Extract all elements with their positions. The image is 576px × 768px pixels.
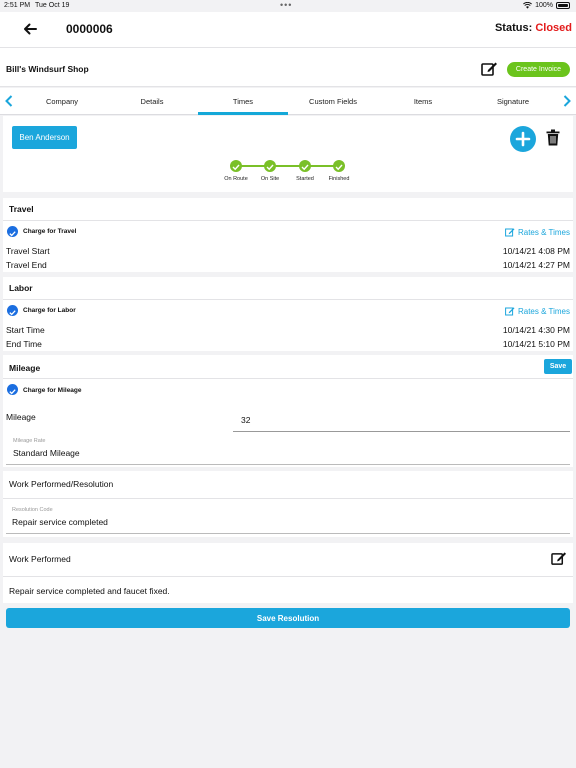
trash-icon (546, 129, 560, 146)
tab-times[interactable]: Times (198, 97, 288, 106)
resolution-title: Work Performed/Resolution (9, 479, 114, 489)
status-bar: 2:51 PM Tue Oct 19 ••• 100% (0, 0, 576, 12)
job-number: 0000006 (66, 22, 113, 36)
plus-icon (515, 131, 531, 147)
tab-company[interactable]: Company (22, 97, 102, 106)
work-performed-text: Repair service completed and faucet fixe… (9, 586, 170, 596)
divider (3, 378, 573, 379)
multitask-dots-icon: ••• (280, 0, 293, 10)
labor-rates-link[interactable]: Rates & Times (505, 306, 570, 316)
step-finished-check-icon (333, 160, 345, 172)
labor-end-label: End Time (6, 339, 42, 349)
status-time: 2:51 PM (4, 2, 31, 9)
battery-icon (556, 2, 570, 9)
chevron-right-icon (563, 95, 571, 107)
customer-bar: Bill's Windsurf Shop Create Invoice (0, 47, 576, 87)
labor-title: Labor (9, 283, 33, 293)
labor-end-value: 10/14/21 5:10 PM (502, 339, 570, 349)
step-label-on-site: On Site (260, 176, 280, 182)
divider (3, 576, 573, 577)
tab-details[interactable]: Details (108, 97, 196, 106)
travel-end-label: Travel End (6, 260, 47, 270)
mileage-input[interactable]: 32 (233, 406, 570, 432)
tab-bar: Company Details Times Custom Fields Item… (0, 88, 576, 115)
travel-start-label: Travel Start (6, 246, 50, 256)
labor-start-label: Start Time (6, 325, 45, 335)
labor-rates-label: Rates & Times (517, 306, 570, 316)
technician-button[interactable]: Ben Anderson (12, 126, 77, 149)
resolution-code-label: Resolution Code (12, 507, 53, 513)
step-on-route-check-icon (230, 160, 242, 172)
mileage-label: Mileage (6, 412, 36, 422)
tab-items[interactable]: Items (378, 97, 468, 106)
resolution-code-select[interactable]: Resolution Code Repair service completed (6, 503, 570, 534)
progress-track (236, 165, 339, 167)
travel-charge-checkbox[interactable] (7, 226, 18, 237)
mileage-charge-checkbox[interactable] (7, 384, 18, 395)
mileage-title: Mileage (9, 363, 41, 373)
tab-scroll-right-button[interactable] (563, 94, 573, 108)
mileage-charge-label: Charge for Mileage (23, 387, 82, 394)
labor-card (3, 277, 573, 351)
status-value: Closed (535, 22, 572, 34)
header: 0000006 Status: Closed (0, 12, 576, 47)
mileage-rate-value: Standard Mileage (13, 448, 80, 458)
save-resolution-button[interactable]: Save Resolution (6, 608, 570, 628)
work-performed-title: Work Performed (9, 554, 71, 564)
labor-charge-checkbox[interactable] (7, 305, 18, 316)
labor-charge-label: Charge for Labor (23, 307, 76, 314)
wifi-icon (523, 2, 533, 9)
chevron-left-icon (5, 95, 13, 107)
tab-signature[interactable]: Signature (468, 97, 558, 106)
create-invoice-button[interactable]: Create Invoice (507, 62, 570, 77)
divider (3, 299, 573, 300)
step-on-site-check-icon (264, 160, 276, 172)
battery-percent: 100% (535, 2, 553, 9)
active-tab-indicator (198, 112, 288, 115)
step-started-check-icon (299, 160, 311, 172)
step-label-finished: Finished (328, 176, 350, 182)
travel-title: Travel (9, 204, 34, 214)
edit-icon (481, 62, 497, 76)
mileage-save-button[interactable]: Save (544, 359, 572, 374)
travel-rates-label: Rates & Times (517, 227, 570, 237)
labor-start-value: 10/14/21 4:30 PM (502, 325, 570, 335)
divider (3, 220, 573, 221)
tab-scroll-left-button[interactable] (5, 94, 15, 108)
customer-name: Bill's Windsurf Shop (6, 64, 89, 74)
edit-work-performed-button[interactable] (551, 551, 568, 567)
add-technician-button[interactable] (510, 126, 536, 152)
job-status: Status: Closed (495, 22, 572, 34)
delete-technician-button[interactable] (546, 129, 560, 146)
edit-job-button[interactable] (481, 61, 499, 78)
travel-start-value: 10/14/21 4:08 PM (502, 246, 570, 256)
travel-end-value: 10/14/21 4:27 PM (502, 260, 570, 270)
travel-card (3, 198, 573, 272)
divider (3, 498, 573, 499)
status-date: Tue Oct 19 (35, 2, 70, 9)
resolution-code-value: Repair service completed (12, 517, 108, 527)
edit-icon (505, 228, 515, 237)
mileage-rate-label: Mileage Rate (13, 438, 46, 444)
edit-icon (505, 307, 515, 316)
mileage-rate-select[interactable]: Mileage Rate Standard Mileage (6, 435, 570, 465)
status-label: Status: (494, 22, 533, 34)
back-button[interactable] (18, 18, 42, 40)
travel-charge-label: Charge for Travel (23, 228, 77, 235)
back-arrow-icon (24, 23, 37, 35)
edit-icon (551, 552, 567, 565)
travel-rates-link[interactable]: Rates & Times (505, 227, 570, 237)
tab-custom-fields[interactable]: Custom Fields (288, 97, 378, 106)
